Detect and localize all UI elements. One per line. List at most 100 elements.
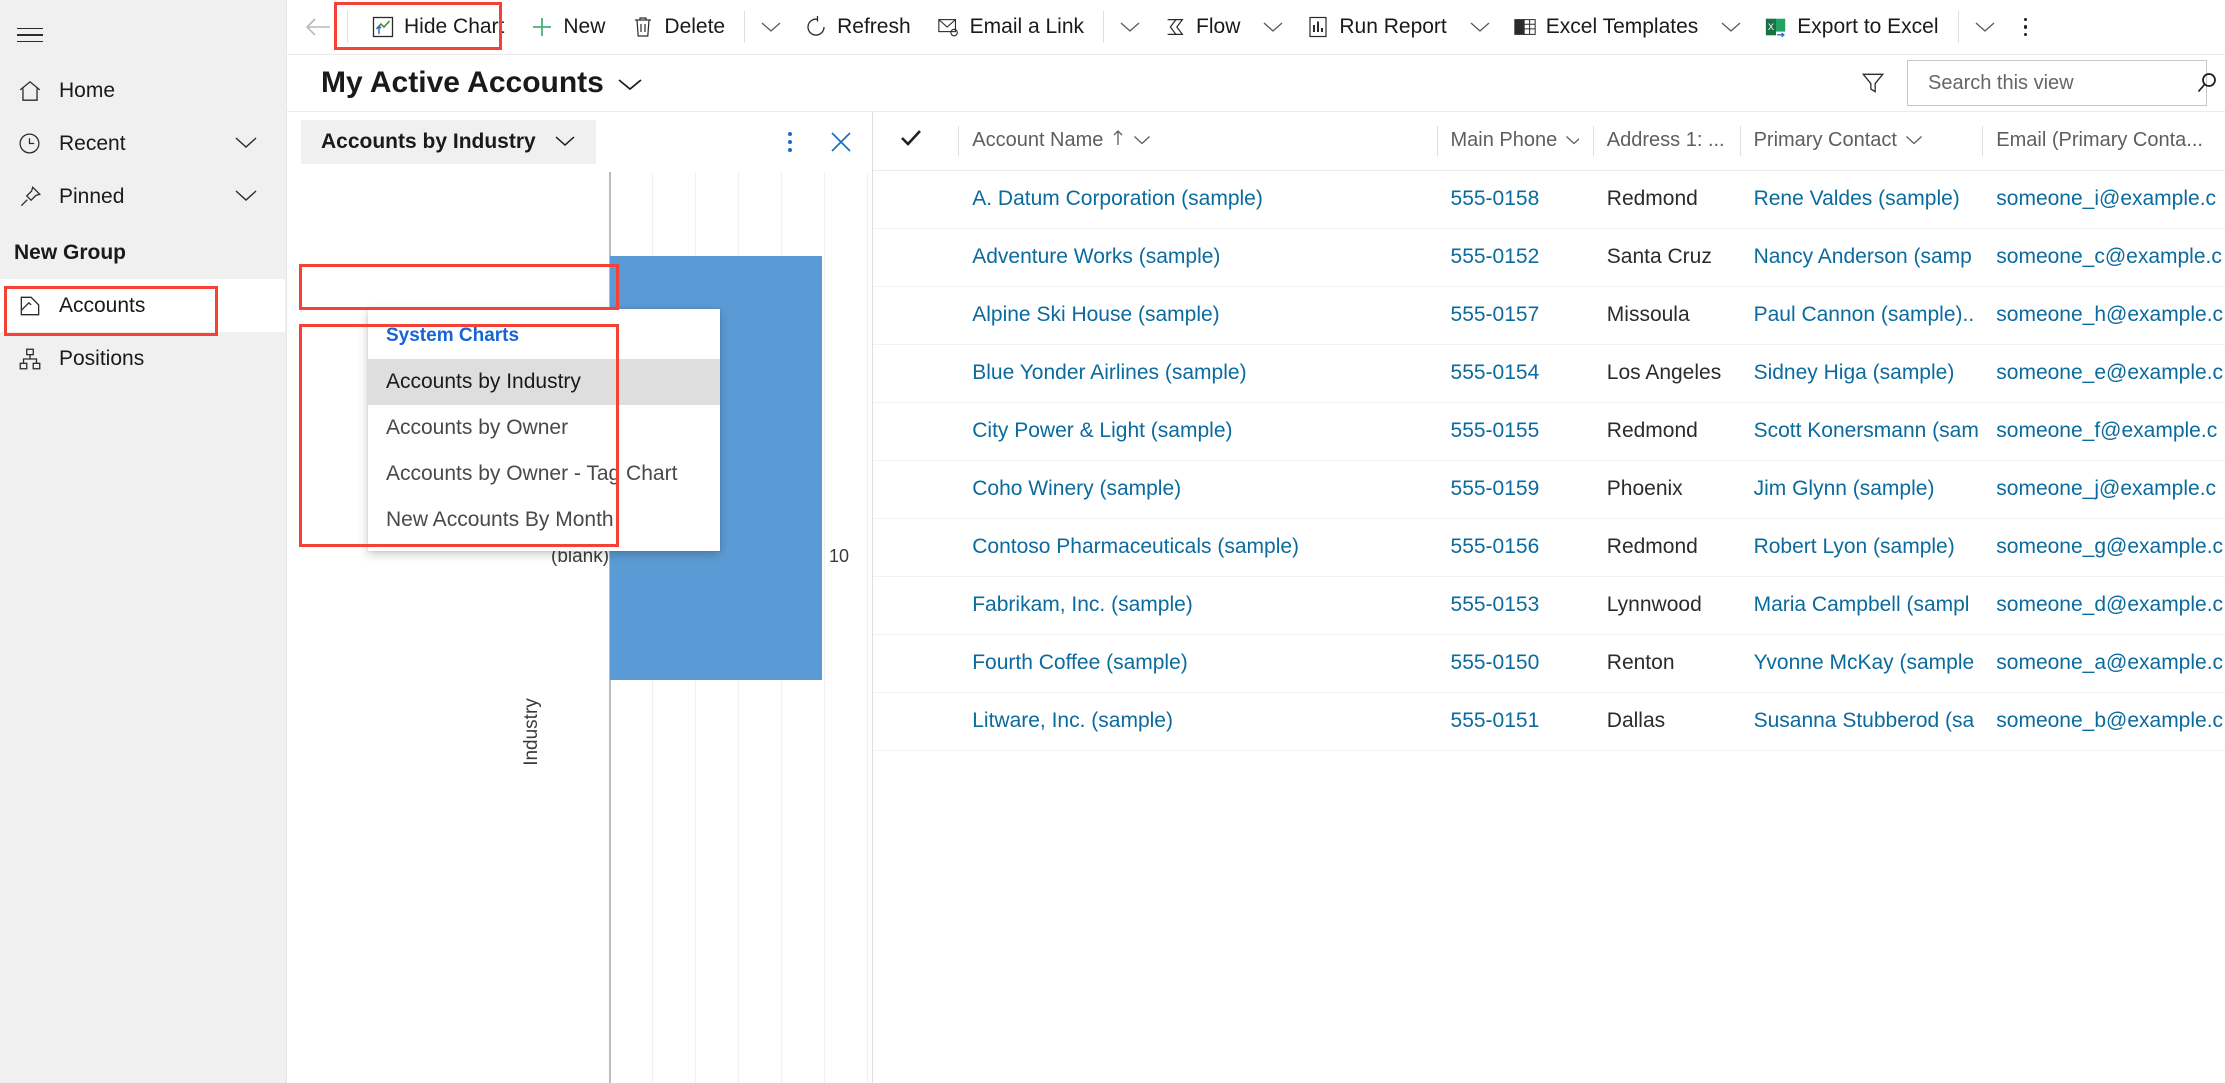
cell-email[interactable]: someone_g@example.c [1982, 518, 2225, 577]
chart-menu-item-accounts-by-owner[interactable]: Accounts by Owner [368, 405, 720, 451]
table-row[interactable]: Fourth Coffee (sample) 555-0150 Renton Yvon… [873, 634, 2225, 693]
row-select-cell[interactable] [873, 634, 959, 693]
new-button[interactable]: New [517, 4, 618, 50]
sidebar-item-home[interactable]: Home [0, 64, 286, 117]
run-report-caret-icon[interactable] [1460, 4, 1500, 50]
cell-phone[interactable]: 555-0152 [1436, 228, 1593, 287]
cell-email[interactable]: someone_f@example.c [1982, 402, 2225, 461]
delete-button[interactable]: Delete [618, 4, 738, 50]
row-select-cell[interactable] [873, 692, 959, 751]
cell-phone[interactable]: 555-0158 [1436, 170, 1593, 229]
cell-name[interactable]: Adventure Works (sample) [958, 228, 1437, 287]
cell-name[interactable]: Alpine Ski House (sample) [958, 286, 1437, 345]
run-report-button[interactable]: Run Report [1293, 4, 1459, 50]
export-to-excel-button[interactable]: X Export to Excel [1751, 4, 1951, 50]
excel-templates-caret-icon[interactable] [1711, 4, 1751, 50]
table-row[interactable]: City Power & Light (sample) 555-0155 Redmo… [873, 402, 2225, 461]
cell-contact[interactable]: Yvonne McKay (sample [1739, 634, 1983, 693]
checkmark-icon[interactable] [899, 129, 923, 153]
cell-email[interactable]: someone_b@example.c [1982, 692, 2225, 751]
search-input[interactable] [1926, 70, 2195, 96]
sidebar-item-pinned[interactable]: Pinned [0, 170, 286, 223]
table-row[interactable]: Fabrikam, Inc. (sample) 555-0153 Lynnwood M… [873, 576, 2225, 635]
cell-name[interactable]: City Power & Light (sample) [958, 402, 1437, 461]
row-select-cell[interactable] [873, 286, 959, 345]
column-header-main-phone[interactable]: Main Phone [1436, 112, 1593, 171]
refresh-button[interactable]: Refresh [791, 4, 924, 50]
cell-name[interactable]: Coho Winery (sample) [958, 460, 1437, 519]
chevron-down-icon[interactable] [1565, 129, 1579, 152]
cell-email[interactable]: someone_e@example.c [1982, 344, 2225, 403]
chevron-down-icon[interactable] [234, 132, 258, 156]
search-icon[interactable] [2195, 71, 2219, 95]
cell-name[interactable]: Contoso Pharmaceuticals (sample) [958, 518, 1437, 577]
table-row[interactable]: Blue Yonder Airlines (sample) 555-0154 Los… [873, 344, 2225, 403]
sidebar-item-positions[interactable]: Positions [0, 332, 286, 385]
chart-menu-item-accounts-by-industry[interactable]: Accounts by Industry [368, 359, 720, 405]
cell-name[interactable]: Fourth Coffee (sample) [958, 634, 1437, 693]
row-select-cell[interactable] [873, 518, 959, 577]
cell-phone[interactable]: 555-0153 [1436, 576, 1593, 635]
column-header-primary-contact[interactable]: Primary Contact [1739, 112, 1983, 171]
cell-email[interactable]: someone_d@example.c [1982, 576, 2225, 635]
cell-contact[interactable]: Maria Campbell (sampl [1739, 576, 1983, 635]
cell-contact[interactable]: Jim Glynn (sample) [1739, 460, 1983, 519]
chevron-down-icon[interactable] [1133, 129, 1151, 152]
back-arrow-icon[interactable] [295, 4, 341, 50]
sidebar-item-accounts[interactable]: Accounts [0, 279, 285, 332]
cell-contact[interactable]: Scott Konersmann (sam [1739, 402, 1983, 461]
hamburger-icon[interactable] [0, 6, 60, 64]
chevron-down-icon[interactable] [554, 130, 576, 154]
chart-menu-item-accounts-by-owner-tag-chart[interactable]: Accounts by Owner - Tag Chart [368, 451, 720, 497]
column-header-email[interactable]: Email (Primary Conta... [1982, 112, 2225, 171]
table-row[interactable]: Coho Winery (sample) 555-0159 Phoenix Jim G… [873, 460, 2225, 519]
close-icon[interactable] [826, 127, 856, 157]
search-box[interactable] [1907, 60, 2216, 106]
more-vertical-icon[interactable] [780, 124, 800, 160]
cell-contact[interactable]: Nancy Anderson (samp [1739, 228, 1983, 287]
more-vertical-icon[interactable] [2005, 4, 2047, 50]
email-a-link-button[interactable]: Email a Link [924, 4, 1097, 50]
chevron-down-icon[interactable] [1905, 129, 1923, 152]
row-select-cell[interactable] [873, 576, 959, 635]
table-row[interactable]: A. Datum Corporation (sample) 555-0158 Red… [873, 170, 2225, 229]
row-select-cell[interactable] [873, 402, 959, 461]
view-selector[interactable]: My Active Accounts [321, 66, 643, 100]
column-header-account-name[interactable]: Account Name [958, 112, 1437, 171]
export-to-excel-caret-icon[interactable] [1965, 4, 2005, 50]
cell-email[interactable]: someone_j@example.c [1982, 460, 2225, 519]
cell-contact[interactable]: Rene Valdes (sample) [1739, 170, 1983, 229]
table-row[interactable]: Adventure Works (sample) 555-0152 Santa Cr… [873, 228, 2225, 287]
cell-name[interactable]: Litware, Inc. (sample) [958, 692, 1437, 751]
cell-phone[interactable]: 555-0155 [1436, 402, 1593, 461]
table-row[interactable]: Contoso Pharmaceuticals (sample) 555-0156… [873, 518, 2225, 577]
filter-icon[interactable] [1853, 63, 1893, 103]
cell-phone[interactable]: 555-0154 [1436, 344, 1593, 403]
cell-email[interactable]: someone_h@example.c [1982, 286, 2225, 345]
cell-phone[interactable]: 555-0157 [1436, 286, 1593, 345]
column-header-address[interactable]: Address 1: ... [1592, 112, 1740, 171]
sidebar-item-recent[interactable]: Recent [0, 117, 286, 170]
cell-phone[interactable]: 555-0150 [1436, 634, 1593, 693]
cell-email[interactable]: someone_c@example.c [1982, 228, 2225, 287]
cell-contact[interactable]: Sidney Higa (sample) [1739, 344, 1983, 403]
cell-name[interactable]: Fabrikam, Inc. (sample) [958, 576, 1437, 635]
table-row[interactable]: Litware, Inc. (sample) 555-0151 Dallas Susa… [873, 692, 2225, 751]
flow-button[interactable]: Flow [1150, 4, 1253, 50]
chevron-down-icon[interactable] [617, 66, 643, 100]
chart-selector[interactable]: Accounts by Industry [301, 120, 596, 164]
email-a-link-caret-icon[interactable] [1110, 4, 1150, 50]
cell-email[interactable]: someone_i@example.c [1982, 170, 2225, 229]
row-select-cell[interactable] [873, 228, 959, 287]
cell-phone[interactable]: 555-0156 [1436, 518, 1593, 577]
delete-caret-icon[interactable] [751, 4, 791, 50]
select-all-header[interactable] [873, 112, 959, 171]
chart-menu-item-new-accounts-by-month[interactable]: New Accounts By Month [368, 497, 720, 543]
cell-email[interactable]: someone_a@example.c [1982, 634, 2225, 693]
excel-templates-button[interactable]: X Excel Templates [1500, 4, 1712, 50]
cell-contact[interactable]: Susanna Stubberod (sa [1739, 692, 1983, 751]
cell-contact[interactable]: Paul Cannon (sample).. [1739, 286, 1983, 345]
cell-contact[interactable]: Robert Lyon (sample) [1739, 518, 1983, 577]
row-select-cell[interactable] [873, 344, 959, 403]
cell-phone[interactable]: 555-0151 [1436, 692, 1593, 751]
